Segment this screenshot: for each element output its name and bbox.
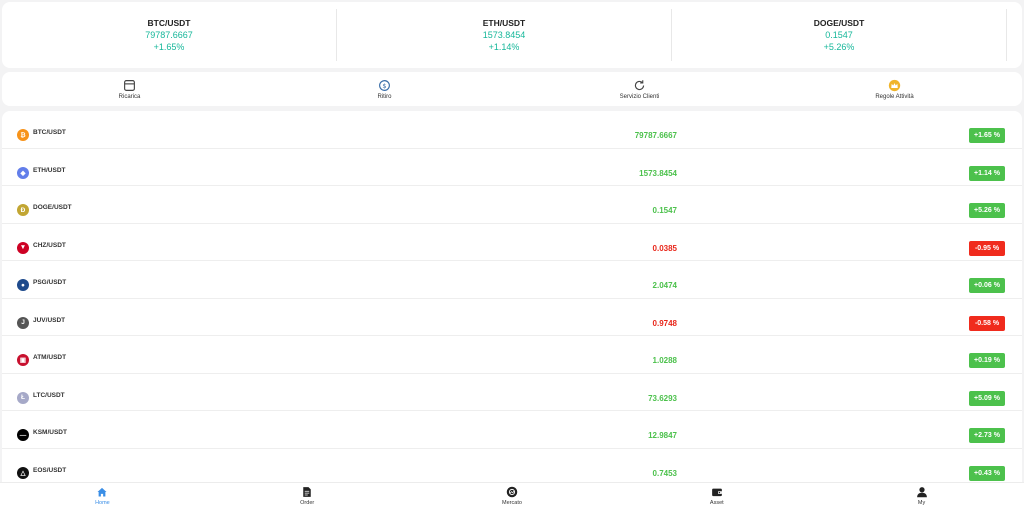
ticker-price: 79787.6667	[145, 30, 193, 40]
market-price: 12.9847	[648, 431, 677, 440]
action-label: Ritiro	[377, 93, 392, 100]
market-list: ₿ BTC/USDT 79787.6667 +1.65 % ◆ ETH/USDT…	[2, 111, 1022, 482]
ticker-price: 0.1547	[825, 30, 853, 40]
market-price: 2.0474	[652, 281, 677, 290]
action-servizio-clienti[interactable]: Servizio Clienti	[512, 72, 767, 106]
market-pair: KSM/USDT	[33, 429, 67, 436]
eos-icon: △	[17, 466, 29, 479]
eth-icon: ◆	[17, 166, 29, 179]
change-badge[interactable]: +0.43 %	[969, 465, 1005, 481]
ticker-price: 1573.8454	[482, 30, 526, 40]
ticker-pair: BTC/USDT	[147, 18, 191, 28]
market-pair: ETH/USDT	[33, 166, 66, 174]
ticker-change: +1.14%	[488, 42, 520, 52]
ksm-icon: —	[17, 429, 29, 441]
wallet-icon	[711, 488, 722, 496]
change-badge[interactable]: +0.19 %	[969, 353, 1005, 368]
juv-icon: J	[17, 316, 29, 329]
market-price: 73.6293	[648, 393, 677, 403]
ticker-btc[interactable]: BTC/USDT 79787.6667 +1.65%	[2, 9, 337, 61]
home-icon	[97, 487, 107, 496]
document-icon	[303, 486, 311, 497]
market-price: 79787.6667	[634, 131, 677, 140]
market-pair: BTC/USDT	[33, 129, 66, 136]
market-row[interactable]: △ EOS/USDT 0.7453 +0.43 %	[2, 449, 1022, 483]
market-pair: DOGE/USDT	[33, 204, 72, 211]
atm-icon: ▣	[17, 354, 29, 366]
change-badge[interactable]: -0.58 %	[969, 315, 1005, 331]
change-badge[interactable]: +1.14 %	[969, 165, 1005, 181]
ticker-change: +1.65%	[153, 42, 185, 52]
ticker-pair: DOGE/USDT	[813, 18, 865, 28]
market-row[interactable]: Ð DOGE/USDT 0.1547 +5.26 %	[2, 186, 1022, 224]
ltc-icon: Ł	[17, 391, 29, 404]
change-badge[interactable]: +5.09 %	[969, 390, 1005, 406]
market-price: 0.9748	[652, 318, 677, 328]
svg-text:$: $	[382, 81, 386, 89]
market-row[interactable]: ₿ BTC/USDT 79787.6667 +1.65 %	[2, 111, 1022, 149]
nav-my[interactable]: My	[819, 483, 1024, 508]
market-pair: PSG/USDT	[33, 279, 67, 286]
market-pair: LTC/USDT	[33, 391, 65, 399]
market-price: 0.7453	[652, 468, 677, 478]
ticker-eth[interactable]: ETH/USDT 1573.8454 +1.14%	[337, 9, 672, 61]
market-pair: EOS/USDT	[33, 466, 67, 474]
nav-label: Home	[95, 499, 110, 506]
ticker-bar: BTC/USDT 79787.6667 +1.65% ETH/USDT 1573…	[2, 2, 1022, 68]
action-ricarica[interactable]: Ricarica	[2, 72, 257, 106]
nav-label: Mercato	[502, 499, 522, 506]
nav-order[interactable]: Order	[205, 483, 410, 508]
change-badge[interactable]: +2.73 %	[969, 428, 1005, 443]
market-row[interactable]: ▣ ATM/USDT 1.0288 +0.19 %	[2, 336, 1022, 374]
chz-icon: ▼	[17, 241, 29, 254]
market-pair: CHZ/USDT	[33, 241, 66, 249]
market-row[interactable]: J JUV/USDT 0.9748 -0.58 %	[2, 299, 1022, 336]
market-row[interactable]: ● PSG/USDT 2.0474 +0.06 %	[2, 261, 1022, 299]
change-badge[interactable]: +1.65 %	[969, 128, 1005, 143]
nav-home[interactable]: Home	[0, 483, 205, 508]
user-icon	[916, 486, 927, 497]
nav-label: Order	[300, 499, 315, 506]
crown-icon	[888, 79, 901, 91]
nav-asset[interactable]: Asset	[614, 483, 819, 508]
doge-icon: Ð	[17, 204, 29, 216]
market-price: 0.0385	[652, 243, 677, 253]
market-pair: JUV/USDT	[33, 316, 66, 324]
market-row[interactable]: ▼ CHZ/USDT 0.0385 -0.95 %	[2, 224, 1022, 261]
nav-label: Asset	[709, 499, 724, 506]
ticker-doge[interactable]: DOGE/USDT 0.1547 +5.26%	[672, 9, 1007, 61]
market-price: 1.0288	[652, 356, 677, 365]
action-label: Regole Attività	[875, 93, 914, 100]
nav-mercato[interactable]: Mercato	[410, 483, 615, 508]
market-row[interactable]: — KSM/USDT 12.9847 +2.73 %	[2, 411, 1022, 449]
ticker-pair: ETH/USDT	[482, 18, 526, 28]
action-label: Servizio Clienti	[619, 93, 660, 100]
refresh-support-icon	[634, 79, 645, 90]
market-row[interactable]: Ł LTC/USDT 73.6293 +5.09 %	[2, 374, 1022, 411]
card-icon	[124, 79, 135, 91]
coin-withdraw-icon: $	[379, 79, 390, 91]
quick-actions: Ricarica $ Ritiro Servizio Clienti Regol…	[2, 72, 1022, 106]
change-badge[interactable]: +0.06 %	[969, 278, 1005, 293]
ticker-change: +5.26%	[823, 42, 855, 52]
market-price: 0.1547	[652, 206, 677, 215]
nav-label: My	[917, 499, 926, 506]
change-badge[interactable]: +5.26 %	[969, 203, 1005, 218]
btc-icon: ₿	[17, 129, 29, 141]
market-row[interactable]: ◆ ETH/USDT 1573.8454 +1.14 %	[2, 149, 1022, 186]
psg-icon: ●	[17, 279, 29, 291]
action-ritiro[interactable]: $ Ritiro	[257, 72, 512, 106]
market-price: 1573.8454	[639, 168, 677, 178]
market-icon	[506, 486, 518, 497]
change-badge[interactable]: -0.95 %	[969, 240, 1005, 256]
bottom-nav: Home Order Mercato Asset My	[0, 482, 1024, 508]
action-regole-attivita[interactable]: Regole Attività	[767, 72, 1022, 106]
market-pair: ATM/USDT	[33, 354, 67, 361]
action-label: Ricarica	[118, 93, 141, 100]
